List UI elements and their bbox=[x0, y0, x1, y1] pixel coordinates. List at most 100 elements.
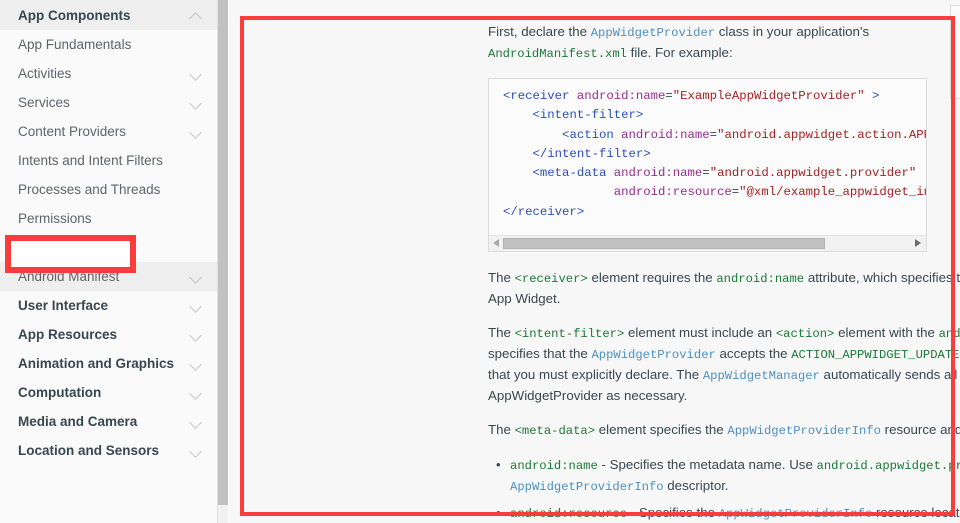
sidebar-item-label: App Widgets bbox=[18, 240, 95, 255]
sidebar-item-label: Android Manifest bbox=[18, 269, 120, 284]
sidebar-item-animation-and-graphics[interactable]: Animation and Graphics bbox=[0, 349, 217, 378]
sidebar-item-label: User Interface bbox=[18, 298, 109, 313]
link-appwidgetproviderinfo-1[interactable]: AppWidgetProviderInfo bbox=[727, 424, 881, 438]
content-inner: First, declare the AppWidgetProvider cla… bbox=[240, 0, 960, 523]
link-appwidgetprovider-intro[interactable]: AppWidgetProvider bbox=[591, 26, 715, 40]
p-intent-t5: accepts the bbox=[715, 346, 792, 361]
scroll-left-arrow-icon[interactable] bbox=[493, 239, 499, 247]
intro-text-1: First, declare the bbox=[488, 24, 591, 39]
sidebar-item-intents-and-intent-filters[interactable]: Intents and Intent Filters bbox=[0, 146, 217, 175]
chevron-down-icon[interactable] bbox=[189, 357, 203, 371]
left-navigation-sidebar[interactable]: App Components App Fundamentals Activitie… bbox=[0, 0, 218, 523]
sidebar-item-app-widgets[interactable]: App Widgets bbox=[0, 233, 217, 262]
list-item: android:resource - Specifies the AppWidg… bbox=[496, 503, 960, 523]
chevron-down-icon[interactable] bbox=[189, 328, 203, 342]
see-also-links-box: App Widget Design Guidelines Introducing… bbox=[950, 5, 960, 99]
code-androidmanifest-xml: AndroidManifest.xml bbox=[488, 47, 627, 61]
p-intent-t1: The bbox=[488, 325, 515, 340]
sidebar-item-activities[interactable]: Activities bbox=[0, 59, 217, 88]
link-appwidgetproviderinfo-3[interactable]: AppWidgetProviderInfo bbox=[719, 507, 873, 521]
sidebar-item-label: Services bbox=[18, 95, 70, 110]
paragraph-metadata: The <meta-data> element specifies the Ap… bbox=[488, 420, 960, 441]
sidebar-section-label: App Components bbox=[18, 7, 131, 23]
code-android-appwidget-provider: android.appwidget.provider bbox=[816, 459, 960, 473]
sidebar-item-location-and-sensors[interactable]: Location and Sensors bbox=[0, 436, 217, 465]
sidebar-scrollbar[interactable] bbox=[218, 0, 228, 523]
code-sample-block: <receiver android:name="ExampleAppWidget… bbox=[488, 78, 927, 252]
sidebar-item-android-manifest[interactable]: Android Manifest bbox=[0, 262, 217, 291]
chevron-down-icon[interactable] bbox=[189, 415, 203, 429]
list-item: android:name - Specifies the metadata na… bbox=[496, 455, 960, 497]
li0-t1: - Specifies the metadata name. Use bbox=[597, 457, 817, 472]
sidebar-item-label: Activities bbox=[18, 66, 72, 81]
paragraph-intent-filter: The <intent-filter> element must include… bbox=[488, 323, 960, 406]
chevron-down-icon[interactable] bbox=[189, 270, 203, 284]
sidebar-item-label: Processes and Threads bbox=[18, 182, 161, 197]
code-android-name-2: android:name bbox=[938, 327, 960, 341]
sidebar-item-label: Media and Camera bbox=[18, 414, 138, 429]
p-meta-t3: resource and requires the following attr… bbox=[884, 422, 960, 437]
scroll-right-arrow-icon[interactable] bbox=[915, 239, 921, 247]
chevron-down-icon[interactable] bbox=[189, 96, 203, 110]
chevron-down-icon[interactable] bbox=[189, 444, 203, 458]
chevron-down-icon[interactable] bbox=[189, 299, 203, 313]
sidebar-item-app-fundamentals[interactable]: App Fundamentals bbox=[0, 30, 217, 59]
code-android-name-1: android:name bbox=[716, 272, 805, 286]
code-action-tag: <action> bbox=[775, 327, 835, 341]
chevron-down-icon[interactable] bbox=[189, 67, 203, 81]
sidebar-item-app-resources[interactable]: App Resources bbox=[0, 320, 217, 349]
code-receiver-tag: <receiver> bbox=[514, 272, 588, 286]
doc-column-top: First, declare the AppWidgetProvider cla… bbox=[488, 22, 940, 252]
li1-t1: - Specifies the bbox=[627, 505, 719, 520]
code-android-resource: android:resource bbox=[510, 507, 628, 521]
p-receiver-t1: The bbox=[488, 270, 515, 285]
sidebar-item-label: Location and Sensors bbox=[18, 443, 160, 458]
p-meta-t2: element specifies the bbox=[595, 422, 728, 437]
link-appwidgetproviderinfo-2[interactable]: AppWidgetProviderInfo bbox=[510, 480, 664, 494]
sidebar-item-media-and-camera[interactable]: Media and Camera bbox=[0, 407, 217, 436]
chevron-down-icon[interactable] bbox=[189, 386, 203, 400]
chevron-up-icon[interactable] bbox=[189, 8, 203, 22]
sidebar-item-label: Permissions bbox=[18, 211, 92, 226]
code-scrollbar-thumb[interactable] bbox=[503, 238, 825, 249]
link-appwidgetprovider-2[interactable]: AppWidgetProvider bbox=[591, 348, 715, 362]
documentation-content-area: First, declare the AppWidgetProvider cla… bbox=[229, 0, 960, 523]
code-sample-text: <receiver android:name="ExampleAppWidget… bbox=[503, 89, 926, 219]
sidebar-item-content-providers[interactable]: Content Providers bbox=[0, 117, 217, 146]
p-receiver-t2: element requires the bbox=[587, 270, 717, 285]
paragraph-receiver: The <receiver> element requires the andr… bbox=[488, 268, 960, 309]
sidebar-item-label: Animation and Graphics bbox=[18, 356, 175, 371]
sidebar-item-permissions[interactable]: Permissions bbox=[0, 204, 217, 233]
li0-t3: descriptor. bbox=[663, 478, 729, 493]
sidebar-item-label: App Fundamentals bbox=[18, 37, 132, 52]
sidebar-item-processes-and-threads[interactable]: Processes and Threads bbox=[0, 175, 217, 204]
sidebar-item-label: Intents and Intent Filters bbox=[18, 153, 163, 168]
p-intent-t3: element with the bbox=[834, 325, 939, 340]
p-intent-t2: element must include an bbox=[624, 325, 776, 340]
chevron-down-icon[interactable] bbox=[189, 125, 203, 139]
p-receiver-t3: attribute, which specifies the bbox=[807, 270, 960, 285]
code-action-appwidget-update: ACTION_APPWIDGET_UPDATE bbox=[791, 348, 960, 362]
code-scroll-viewport: <receiver android:name="ExampleAppWidget… bbox=[489, 79, 926, 235]
sidebar-item-label: App Resources bbox=[18, 327, 118, 342]
sidebar-item-label: Computation bbox=[18, 385, 102, 400]
attributes-list: android:name - Specifies the metadata na… bbox=[488, 455, 960, 523]
doc-column-bottom: The <receiver> element requires the andr… bbox=[488, 268, 960, 523]
sidebar-item-services[interactable]: Services bbox=[0, 88, 217, 117]
link-appwidgetmanager[interactable]: AppWidgetManager bbox=[703, 369, 820, 383]
code-android-name-3: android:name bbox=[510, 459, 598, 473]
intro-text-3: file. For example: bbox=[626, 45, 733, 60]
code-horizontal-scrollbar[interactable] bbox=[489, 235, 926, 251]
p-meta-t1: The bbox=[488, 422, 515, 437]
code-intent-filter-tag: <intent-filter> bbox=[514, 327, 625, 341]
sidebar-scrollbar-thumb[interactable] bbox=[218, 0, 228, 505]
sidebar-item-label: Content Providers bbox=[18, 124, 127, 139]
code-meta-data-tag: <meta-data> bbox=[514, 424, 596, 438]
sidebar-item-user-interface[interactable]: User Interface bbox=[0, 291, 217, 320]
li1-t2: resource location. bbox=[875, 505, 960, 520]
sidebar-section-app-components[interactable]: App Components bbox=[0, 0, 217, 30]
sidebar-item-list: App Fundamentals Activities Services Conten… bbox=[0, 30, 217, 465]
sidebar-item-computation[interactable]: Computation bbox=[0, 378, 217, 407]
intro-text-2: class in your application's bbox=[715, 24, 870, 39]
page-root: First, declare the AppWidgetProvider cla… bbox=[0, 0, 960, 523]
